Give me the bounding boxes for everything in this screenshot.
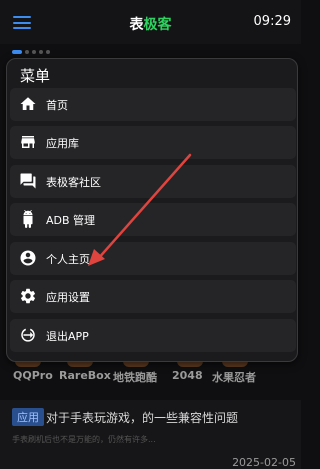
store-icon xyxy=(21,136,35,148)
menu-title: 菜单 xyxy=(20,67,51,85)
app-name[interactable]: 2048 xyxy=(172,369,203,382)
menu-item-label: 个人主页 xyxy=(46,253,90,266)
article-tag: 应用 xyxy=(12,408,44,426)
menu-item-store[interactable]: 应用库 xyxy=(10,126,296,159)
chat-icon xyxy=(20,173,36,189)
menu-dialog: 菜单 首页 应用库 表极客社区 ADB 管理 个人主页 应用设置 退出APP xyxy=(6,58,298,362)
app-name[interactable]: QQPro xyxy=(13,369,53,382)
account-icon xyxy=(20,250,36,266)
app-name[interactable]: 水果忍者 xyxy=(212,369,256,385)
menu-item-label: ADB 管理 xyxy=(46,214,96,227)
page-indicator xyxy=(12,50,50,54)
menu-item-label: 首页 xyxy=(46,99,68,112)
menu-item-logout[interactable]: 退出APP xyxy=(10,319,296,352)
menu-item-adb[interactable]: ADB 管理 xyxy=(10,203,296,236)
android-icon xyxy=(23,210,33,228)
menu-item-profile[interactable]: 个人主页 xyxy=(10,242,296,275)
app-name[interactable]: RareBox xyxy=(59,369,111,382)
logout-icon xyxy=(21,328,35,342)
article-card[interactable]: 应用 对于手表玩游戏，的一些兼容性问题 手表刷机后也不是万能的，仍然有许多...… xyxy=(0,400,301,469)
article-title: 对于手表玩游戏，的一些兼容性问题 xyxy=(46,411,239,425)
menu-item-label: 应用库 xyxy=(46,137,79,150)
clock: 09:29 xyxy=(253,14,291,29)
menu-item-home[interactable]: 首页 xyxy=(10,88,296,121)
app-name[interactable]: 地铁跑酷 xyxy=(113,369,157,385)
menu-item-label: 应用设置 xyxy=(46,291,90,304)
menu-item-community[interactable]: 表极客社区 xyxy=(10,165,296,198)
gear-icon xyxy=(20,288,36,304)
app-title-accent: 极客 xyxy=(143,17,172,33)
article-desc: 手表刷机后也不是万能的，仍然有许多... xyxy=(12,435,156,444)
menu-item-settings[interactable]: 应用设置 xyxy=(10,280,296,313)
menu-item-label: 退出APP xyxy=(46,330,89,343)
menu-item-label: 表极客社区 xyxy=(46,176,101,189)
article-date: 2025-02-05 xyxy=(232,456,296,469)
app-title-text: 表 xyxy=(129,17,144,33)
top-bar: 表极客 09:29 xyxy=(0,0,301,44)
home-icon xyxy=(20,97,36,110)
